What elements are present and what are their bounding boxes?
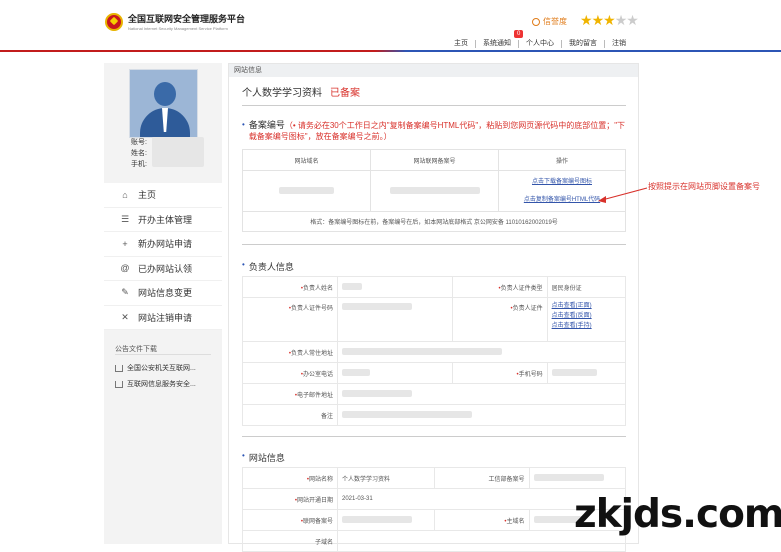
home-icon: ⌂ xyxy=(122,189,128,200)
credit-rating: 信誉度 xyxy=(532,16,567,27)
site-form: •网站名称 个人数学学习资料 工信部备案号 •网站开通日期 2021-03-31 •联… xyxy=(242,467,626,552)
watermark: zkjds.com xyxy=(574,492,781,537)
profile-name: 姓名: xyxy=(131,150,147,157)
format-note: 格式：备案编号图标在前，备案编号在后，如本网站底部格式 京公网安备 110101… xyxy=(242,211,626,232)
section-owner: • 负责人信息 xyxy=(242,260,294,272)
profile-redacted xyxy=(152,137,204,167)
at-icon: @ xyxy=(120,263,130,274)
sidebar-item-label: 已办网站认领 xyxy=(138,263,193,274)
star-icon: ★ xyxy=(591,12,605,28)
notice-link[interactable]: 互联网信息服务安全... xyxy=(115,379,196,389)
status-badge: 已备案 xyxy=(330,88,360,99)
col-header: 网站联网备案号 xyxy=(370,149,499,171)
top-nav: 主页 系统通知 个人中心 我的留言 注销 xyxy=(447,40,633,48)
record-table: 网站域名 网站联网备案号 操作 点击下载备案编号图标 点击复制备案编号HTML代… xyxy=(242,149,626,232)
divider xyxy=(242,105,626,106)
section-record: • 备案编号（• 请务必在30个工作日之内"复制备案编号HTML代码"，粘贴到您… xyxy=(242,120,626,141)
police-emblem-icon xyxy=(105,12,123,31)
nav-home[interactable]: 主页 xyxy=(447,40,475,48)
logo-title: 全国互联网安全管理服务平台 xyxy=(128,14,246,24)
annotation-arrow xyxy=(598,187,648,203)
sidebar-item-label: 新办网站申请 xyxy=(138,239,193,250)
list-icon: ☰ xyxy=(120,213,130,224)
view-front-link[interactable]: 点击查看(正面) xyxy=(552,301,621,311)
download-icon xyxy=(115,364,123,372)
download-icon xyxy=(115,380,123,388)
sidebar-item-new-site[interactable]: + 新办网站申请 xyxy=(104,232,222,257)
record-note: （• 请务必在30个工作日之内"复制备案编号HTML代码"，粘贴到您网页源代码中… xyxy=(248,121,626,141)
panel-header: 网站信息 xyxy=(229,64,638,77)
section-site: • 网站信息 xyxy=(242,451,285,463)
nav-profile[interactable]: 个人中心 xyxy=(518,40,561,48)
credit-icon xyxy=(532,17,540,26)
profile-account: 账号: xyxy=(131,139,147,146)
sidebar-item-claim[interactable]: @ 已办网站认领 xyxy=(104,257,222,281)
star-icon: ★ xyxy=(603,12,616,28)
view-back-link[interactable]: 点击查看(反面) xyxy=(552,311,621,321)
star-icon: ★ xyxy=(614,12,628,28)
header-divider xyxy=(0,50,781,52)
divider xyxy=(242,436,626,437)
site-name-value: 个人数学学习资料 xyxy=(337,467,435,489)
sidebar-item-change[interactable]: ✎ 网站信息变更 xyxy=(104,281,222,306)
owner-form: •负责人姓名 •负责人证件类型 居民身份证 •负责人证件号码 •负责人证件 点击查看(正… xyxy=(242,276,627,426)
col-header: 操作 xyxy=(498,149,626,171)
notice-link[interactable]: 全国公安机关互联网... xyxy=(115,363,196,373)
divider xyxy=(242,244,626,245)
site-logo[interactable]: 全国互联网安全管理服务平台 National Internet Security… xyxy=(105,12,245,31)
sidebar-menu: ⌂ 主页 ☰ 开办主体管理 + 新办网站申请 @ 已办网站认领 ✎ 网站信息变更 ✕ 网站注… xyxy=(104,183,222,330)
main-panel: 网站信息 个人数学学习资料 已备案 • 备案编号（• 请务必在30个工作日之内"复… xyxy=(228,63,639,552)
edit-icon: ✎ xyxy=(121,287,129,298)
nav-messages[interactable]: 我的留言 xyxy=(561,40,604,48)
redacted-number xyxy=(389,186,480,194)
field-label: •负责人姓名 xyxy=(242,276,338,298)
annotation-text: 按照提示在网站页脚设置备案号 xyxy=(648,182,760,191)
sidebar-item-label: 网站注销申请 xyxy=(138,312,193,323)
page-title: 个人数学学习资料 已备案 xyxy=(242,88,360,99)
sidebar-item-home[interactable]: ⌂ 主页 xyxy=(104,183,222,208)
credit-label: 信誉度 xyxy=(543,17,567,26)
star-icon: ★ xyxy=(580,12,593,28)
sidebar-item-label: 网站信息变更 xyxy=(138,288,193,299)
top-bar: 全国互联网安全管理服务平台 National Internet Security… xyxy=(0,0,781,50)
close-icon: ✕ xyxy=(121,311,129,322)
notice-title: 公告文件下载 xyxy=(115,346,157,353)
profile-phone: 手机: xyxy=(131,161,147,168)
redacted-domain xyxy=(279,186,334,194)
sidebar-item-label: 主页 xyxy=(138,190,157,201)
rating-stars: ★★★★★ xyxy=(580,12,639,29)
nav-logout[interactable]: 注销 xyxy=(604,40,633,48)
view-hand-link[interactable]: 点击查看(手持) xyxy=(552,321,621,331)
notification-badge: 0 xyxy=(514,30,524,38)
col-header: 网站域名 xyxy=(242,149,371,171)
idtype-value: 居民身份证 xyxy=(546,276,627,298)
notice-divider xyxy=(115,354,211,355)
plus-icon: + xyxy=(122,238,128,249)
sidebar: 账号: 姓名: 手机: ⌂ 主页 ☰ 开办主体管理 + 新办网站申请 @ 已办网站认领 … xyxy=(104,63,222,544)
nav-notifications[interactable]: 系统通知 xyxy=(475,40,518,48)
sidebar-item-cancel[interactable]: ✕ 网站注销申请 xyxy=(104,306,222,330)
sidebar-item-label: 开办主体管理 xyxy=(138,214,193,225)
star-icon: ★ xyxy=(626,12,639,28)
sidebar-item-entity[interactable]: ☰ 开办主体管理 xyxy=(104,208,222,232)
logo-subtitle: National Internet Security Management Se… xyxy=(128,26,228,31)
avatar xyxy=(129,69,198,138)
